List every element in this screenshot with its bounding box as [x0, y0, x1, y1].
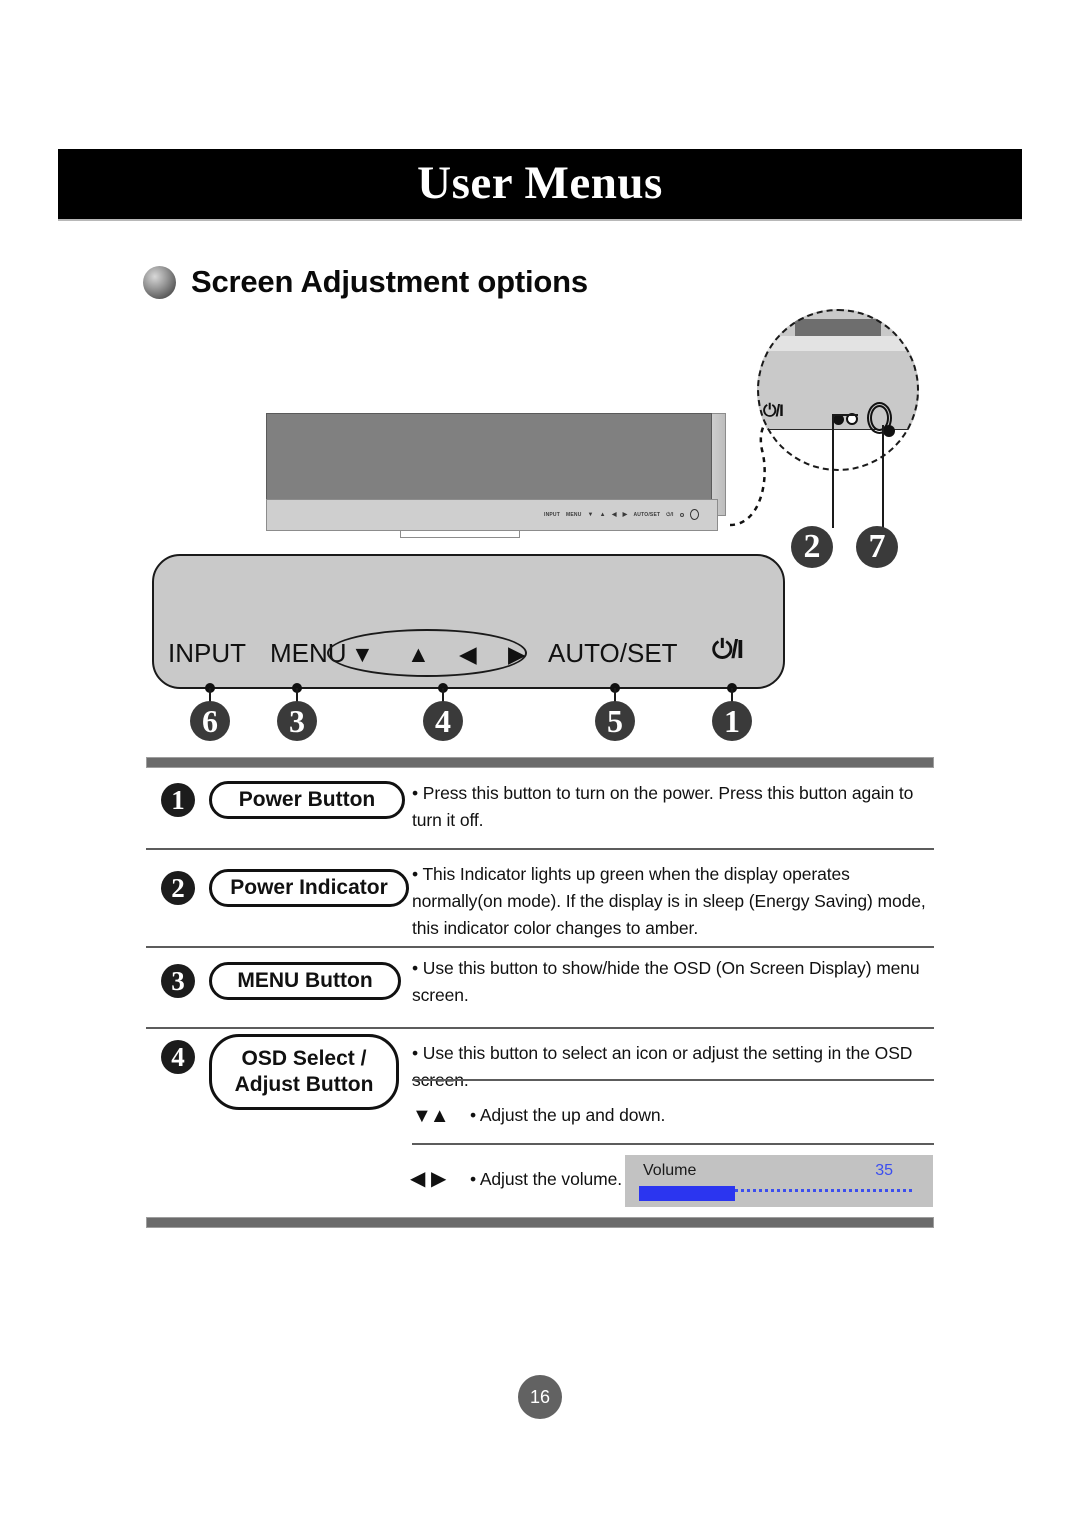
magnified-callout: ⏻/I: [757, 309, 919, 471]
page-title: User Menus: [417, 156, 663, 209]
section-heading: Screen Adjustment options: [143, 264, 588, 300]
table-row-pill-label-4b: Adjust Button: [234, 1073, 374, 1096]
leader-line-3: [296, 688, 298, 702]
monitor-illustration: INPUT MENU ▼ ▲ ◀ ▶ AUTO/SET ⏻/I: [266, 413, 726, 538]
table-row-pill-label-3: MENU Button: [237, 968, 373, 992]
table-rule-1: [146, 848, 934, 850]
monitor-screen: [266, 413, 712, 500]
leader-line-2-horizontal: [832, 414, 858, 416]
sphere-bullet-icon: [143, 265, 176, 299]
panel-right-arrow-icon: ▶: [508, 641, 526, 667]
panel-badge-5: 5: [595, 701, 635, 741]
bezel-label-input: INPUT: [544, 511, 560, 518]
bezel-up-icon: ▲: [599, 511, 606, 518]
table-bottom-rule: [146, 1217, 934, 1228]
volume-osd: Volume 35: [625, 1155, 933, 1207]
table-row-pill-label-4a: OSD Select /: [241, 1046, 367, 1070]
panel-badge-4: 4: [423, 701, 463, 741]
leader-line-7-vertical: [882, 425, 884, 528]
table-row-desc-1: • Press this button to turn on the power…: [412, 783, 914, 831]
panel-badge-6: 6: [190, 701, 230, 741]
leader-line-4: [442, 688, 444, 702]
table-rule-4: [412, 1079, 934, 1081]
table-rule-3: [146, 1027, 934, 1029]
bezel-right-icon: ▶: [622, 511, 628, 518]
page-number-badge: 16: [518, 1375, 562, 1419]
section-title: Screen Adjustment options: [191, 264, 588, 299]
volume-label: Volume: [643, 1162, 697, 1179]
bezel-label-menu: MENU: [566, 511, 582, 518]
leader-line-6: [209, 688, 211, 702]
monitor-bezel-controls: INPUT MENU ▼ ▲ ◀ ▶ AUTO/SET ⏻/I: [544, 509, 699, 520]
leader-line-1: [731, 688, 733, 702]
callout-dashed-border: [757, 309, 919, 471]
bezel-down-icon: ▼: [587, 511, 594, 518]
table-row-desc-4: • Use this button to select an icon or a…: [412, 1043, 913, 1091]
bezel-left-icon: ◀: [611, 511, 617, 518]
panel-left-arrow-icon: ◀: [459, 641, 477, 667]
table-top-rule: [146, 757, 934, 768]
subrow-leftright-arrows-icon: ◀ ▶: [410, 1168, 447, 1190]
table-row-pill-2: Power Indicator: [209, 869, 409, 907]
panel-label-input: INPUT: [168, 638, 246, 668]
bezel-led-icon: [679, 512, 684, 517]
panel-label-autoset: AUTO/SET: [548, 638, 678, 668]
leader-line-5: [614, 688, 616, 702]
table-row-desc-2: • This Indicator lights up green when th…: [412, 864, 926, 939]
table-row-pill-3: MENU Button: [209, 962, 401, 1000]
bezel-power-button-icon: [689, 509, 699, 520]
table-row-number-4: 4: [161, 1040, 195, 1074]
volume-value: 35: [875, 1162, 893, 1179]
table-rule-5: [412, 1143, 934, 1145]
panel-badge-3: 3: [277, 701, 317, 741]
bezel-label-autoset: AUTO/SET: [633, 511, 661, 518]
callout-badge-7: 7: [856, 526, 898, 568]
table-row-number-1: 1: [161, 783, 195, 817]
table-row-pill-4: OSD Select / Adjust Button: [209, 1034, 399, 1110]
page-banner: User Menus: [58, 149, 1022, 219]
subrow-volume-text: • Adjust the volume.: [470, 1169, 622, 1189]
table-rule-2: [146, 946, 934, 948]
table-row-desc-3: • Use this button to show/hide the OSD (…: [412, 958, 920, 1006]
volume-fill[interactable]: [639, 1186, 735, 1201]
monitor-stand: [400, 530, 520, 538]
subrow-updown-text: • Adjust the up and down.: [470, 1105, 666, 1125]
table-row-pill-label-2: Power Indicator: [230, 875, 388, 899]
table-row-number-2: 2: [161, 871, 195, 905]
table-row-pill-label-1: Power Button: [238, 787, 376, 811]
table-row-number-3: 3: [161, 964, 195, 998]
leader-line-2-vertical: [832, 414, 834, 528]
panel-down-arrow-icon: ▼: [351, 641, 374, 667]
callout-badge-2: 2: [791, 526, 833, 568]
panel-up-arrow-icon: ▲: [407, 641, 430, 667]
table-row-pill-1: Power Button: [209, 781, 405, 819]
subrow-updown-arrows-icon: ▼▲: [412, 1105, 450, 1127]
panel-badge-1: 1: [712, 701, 752, 741]
bezel-power-icon: ⏻/I: [666, 511, 674, 518]
panel-power-icon: ⏻/I: [712, 634, 744, 664]
